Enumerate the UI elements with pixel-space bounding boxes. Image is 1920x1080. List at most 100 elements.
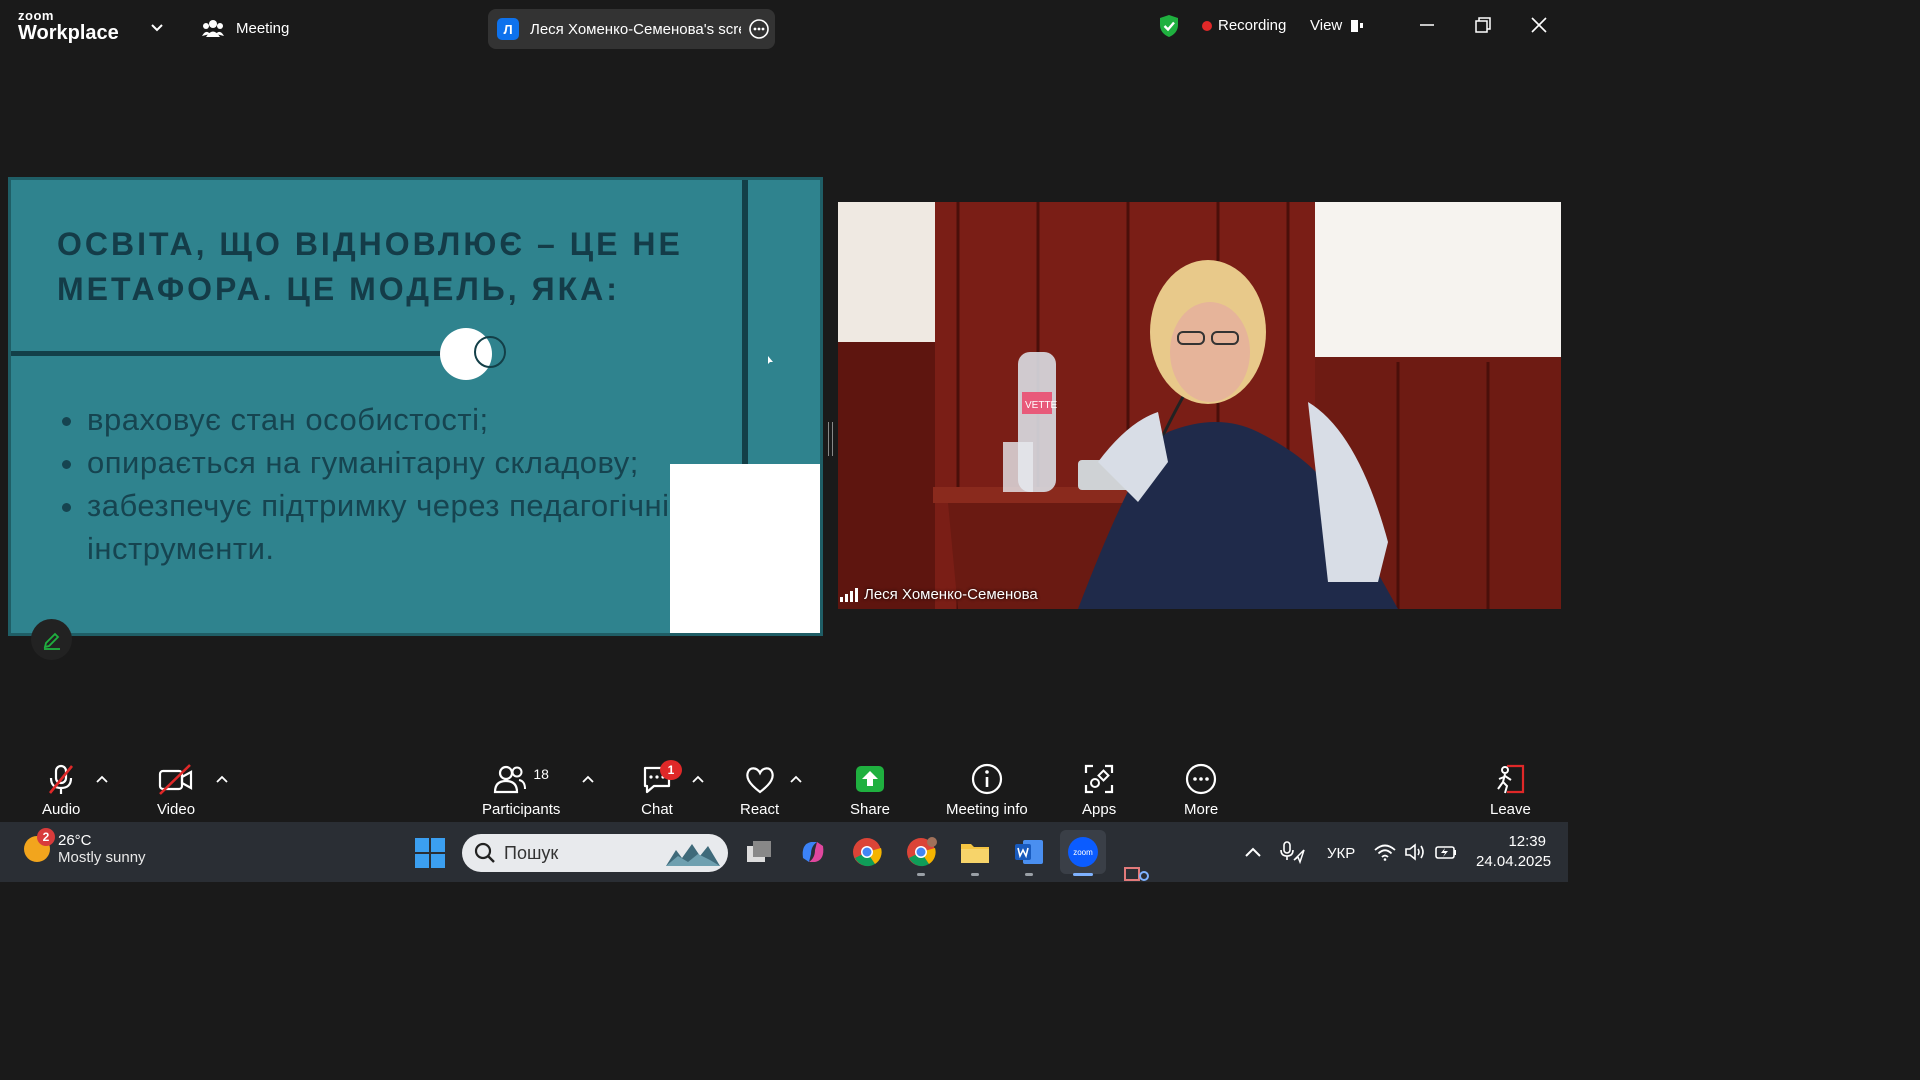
info-icon	[971, 763, 1002, 795]
more-icon[interactable]	[749, 19, 769, 39]
recording-dot-icon	[1202, 20, 1212, 31]
meeting-toolbar	[0, 750, 1568, 822]
slide-divider	[11, 351, 451, 356]
view-label: View	[1310, 17, 1343, 34]
leave-icon	[1497, 764, 1525, 794]
camera-off-icon	[158, 764, 193, 795]
audio-button[interactable]: Audio	[42, 762, 80, 818]
leave-label: Leave	[1490, 801, 1531, 818]
logo-product: Workplace	[18, 22, 119, 44]
share-button[interactable]: Share	[850, 762, 890, 818]
zoom-workplace-logo[interactable]: zoom Workplace	[18, 9, 119, 43]
more-button[interactable]: More	[1184, 762, 1218, 818]
close-icon[interactable]	[1528, 14, 1550, 36]
slide-heading: ОСВІТА, ЩО ВІДНОВЛЮЄ – ЦЕ НЕ МЕТАФОРА. Ц…	[57, 222, 697, 312]
apps-button[interactable]: Apps	[1082, 762, 1116, 818]
slide-bullet: враховує стан особистості;	[87, 398, 697, 441]
wifi-icon[interactable]	[1374, 843, 1396, 861]
speaker-video-frame: VETTE	[838, 202, 1561, 609]
taskbar-clock[interactable]: 12:39 24.04.2025	[1476, 832, 1552, 872]
minimize-icon[interactable]	[1416, 14, 1438, 36]
chrome-icon[interactable]	[851, 836, 883, 868]
recording-indicator[interactable]: Recording	[1202, 17, 1286, 34]
chat-unread-badge: 1	[660, 760, 682, 780]
clock-date: 24.04.2025	[1476, 853, 1552, 870]
chevron-up-icon[interactable]	[790, 775, 802, 783]
weather-alert-badge: 2	[37, 828, 55, 846]
volume-icon[interactable]	[1404, 843, 1426, 861]
share-label: Share	[850, 801, 891, 818]
screen-share-label: Леся Хоменко-Семенова's scree	[530, 20, 741, 38]
recording-label: Recording	[1218, 17, 1287, 34]
meeting-menu[interactable]: Meeting	[202, 18, 289, 38]
zoom-taskbar-icon[interactable]: zoom	[1060, 830, 1106, 874]
title-bar: zoom Workplace Meeting Л Леся Хоменко-Се…	[0, 0, 1568, 56]
weather-widget[interactable]: 2 26°C Mostly sunny	[24, 828, 146, 866]
input-language[interactable]: УКР	[1327, 845, 1355, 862]
notification-app-icon[interactable]	[1122, 862, 1152, 882]
apps-icon	[1084, 764, 1114, 794]
screen-share-indicator[interactable]: Л Леся Хоменко-Семенова's scree	[488, 9, 775, 49]
shield-check-icon[interactable]	[1158, 14, 1180, 38]
mouse-cursor-icon	[768, 356, 773, 364]
tray-overflow-chevron-icon[interactable]	[1244, 846, 1262, 858]
search-highlight-image	[666, 844, 720, 866]
app-active-indicator	[1073, 873, 1093, 876]
sun-icon: 2	[24, 828, 55, 862]
restore-icon[interactable]	[1472, 14, 1494, 36]
view-icon	[1351, 19, 1364, 32]
logo-brand: zoom	[18, 8, 54, 23]
people-icon	[202, 20, 224, 37]
chevron-up-icon[interactable]	[216, 775, 228, 783]
task-view-icon[interactable]	[743, 836, 775, 868]
presenter-avatar: Л	[497, 18, 519, 40]
chevron-up-icon[interactable]	[96, 775, 108, 783]
svg-text:zoom: zoom	[1073, 848, 1093, 857]
clock-time: 12:39	[1508, 833, 1546, 850]
chevron-up-icon[interactable]	[582, 775, 594, 783]
app-running-indicator	[917, 873, 925, 876]
pencil-icon	[43, 632, 60, 650]
react-label: React	[740, 801, 780, 818]
slide-bullet: забезпечує підтримку через педагогічні і…	[87, 484, 697, 570]
app-running-indicator	[971, 873, 979, 876]
slide-heading-line1: ОСВІТА, ЩО ВІДНОВЛЮЄ – ЦЕ НЕ	[57, 226, 683, 262]
windows-start-icon[interactable]	[415, 838, 445, 868]
view-button[interactable]: View	[1310, 17, 1364, 34]
react-button[interactable]: React	[740, 762, 779, 818]
word-icon[interactable]	[1013, 836, 1045, 868]
video-button[interactable]: Video	[156, 762, 196, 818]
search-placeholder: Пошук	[504, 842, 559, 863]
file-explorer-icon[interactable]	[959, 836, 991, 868]
slide-bullet: опирається на гуманітарну складову;	[87, 441, 697, 484]
participants-button[interactable]: 18 Participants	[482, 762, 560, 818]
shared-screen-slide[interactable]: ОСВІТА, ЩО ВІДНОВЛЮЄ – ЦЕ НЕ МЕТАФОРА. Ц…	[8, 177, 823, 636]
audio-label: Audio	[42, 801, 81, 818]
apps-label: Apps	[1082, 801, 1117, 818]
participants-label: Participants	[482, 801, 561, 818]
app-running-indicator	[1025, 873, 1033, 876]
search-icon	[474, 842, 495, 863]
participant-video[interactable]: VETTE	[838, 202, 1561, 609]
signal-strength-icon	[840, 587, 858, 602]
participant-name: Леся Хоменко-Семенова	[864, 586, 1038, 603]
leave-button[interactable]: Leave	[1490, 762, 1531, 818]
microphone-location-icon[interactable]	[1280, 840, 1306, 864]
video-label: Video	[156, 801, 196, 818]
share-screen-icon	[856, 766, 885, 792]
weather-temperature: 26°C	[58, 832, 92, 849]
slide-heading-line2: МЕТАФОРА. ЦЕ МОДЕЛЬ, ЯКА:	[57, 271, 620, 307]
microphone-muted-icon	[49, 764, 74, 794]
participant-name-tag: Леся Хоменко-Семенова	[840, 586, 1038, 603]
chevron-down-icon[interactable]	[150, 20, 164, 34]
taskbar-search[interactable]: Пошук	[462, 834, 728, 872]
chevron-up-icon[interactable]	[692, 775, 704, 783]
annotate-button[interactable]	[31, 619, 72, 660]
meeting-label: Meeting	[236, 19, 290, 37]
meeting-info-button[interactable]: Meeting info	[946, 762, 1028, 818]
battery-charging-icon[interactable]	[1434, 843, 1458, 861]
copilot-icon[interactable]	[797, 836, 829, 868]
chrome-profile-icon[interactable]	[905, 836, 937, 868]
split-resize-handle[interactable]	[828, 422, 833, 456]
chat-label: Chat	[641, 801, 673, 818]
